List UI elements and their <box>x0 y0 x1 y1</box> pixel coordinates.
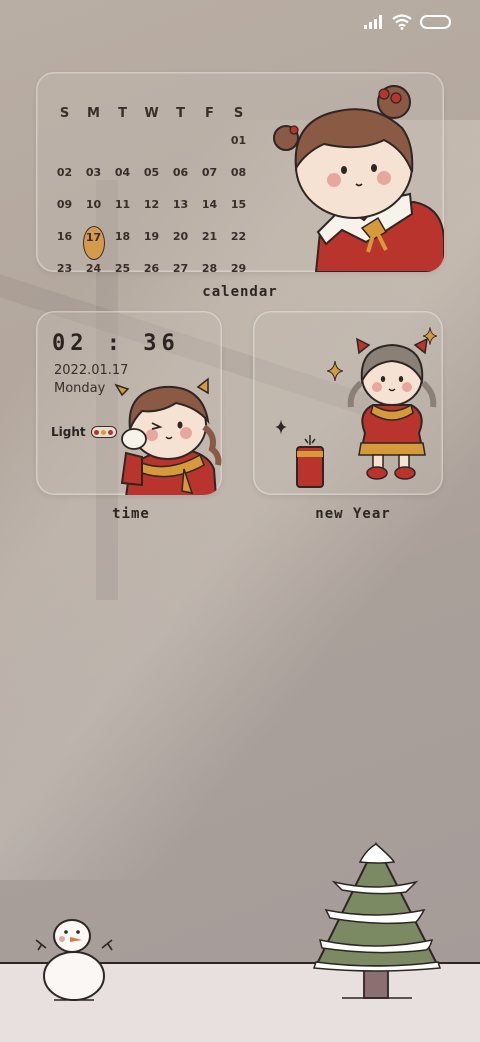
clock-time: 02 : 36 <box>52 331 180 356</box>
calendar-day[interactable]: 08 <box>224 162 253 194</box>
sparkle-icon <box>327 361 343 381</box>
calendar-week-row: 09 10 11 12 13 14 15 <box>50 194 246 226</box>
calendar-day[interactable]: 06 <box>166 162 195 194</box>
calendar-days: 01 02 03 04 05 06 07 08 09 10 11 12 13 14 15 16 17 18 19 20… <box>50 130 246 272</box>
weekday-text: Monday <box>54 381 106 396</box>
calendar-day[interactable]: 05 <box>137 162 166 194</box>
today-highlight: 17 <box>82 226 105 260</box>
calendar-day[interactable]: 02 <box>50 162 79 194</box>
time-label: time <box>112 506 150 522</box>
calendar-day[interactable]: 19 <box>137 226 166 258</box>
calendar-day[interactable]: 03 <box>79 162 108 194</box>
calendar-day[interactable]: 22 <box>224 226 253 258</box>
new-year-widget[interactable] <box>253 311 443 495</box>
calendar-day[interactable]: 13 <box>166 194 195 226</box>
calendar-day[interactable]: 09 <box>50 194 79 226</box>
firecracker-icon <box>296 435 324 488</box>
calendar-day[interactable]: 10 <box>79 194 108 226</box>
calendar-empty-cell <box>166 130 195 162</box>
wifi-icon <box>392 14 412 30</box>
weekday-label: M <box>87 106 100 121</box>
calendar-day[interactable]: 20 <box>166 226 195 258</box>
calendar-day-today[interactable]: 17 <box>79 226 108 260</box>
weekday-label: T <box>118 106 127 121</box>
calendar-empty-cell <box>108 130 137 162</box>
light-label: Light <box>51 425 86 439</box>
weekday-header: SMTWTFS <box>50 106 246 128</box>
calendar-day[interactable]: 14 <box>195 194 224 226</box>
girl-with-buns-illustration <box>273 85 444 272</box>
time-widget[interactable]: 02 : 36 2022.01.17 Monday Light <box>36 311 222 495</box>
calendar-day[interactable]: 18 <box>108 226 137 258</box>
sparkle-icon <box>275 419 287 435</box>
girl-waving-illustration <box>114 377 222 495</box>
weekday-label: W <box>144 106 159 121</box>
calendar-week-row: 01 <box>50 130 246 162</box>
calendar-day[interactable]: 07 <box>195 162 224 194</box>
weekday-label: F <box>205 106 214 121</box>
new-year-label: new Year <box>315 506 391 522</box>
battery-icon <box>420 15 451 29</box>
calendar-day[interactable]: 23 <box>50 258 79 272</box>
calendar-day[interactable]: 11 <box>108 194 137 226</box>
calendar-day[interactable]: 25 <box>108 258 137 272</box>
calendar-day[interactable]: 29 <box>224 258 253 272</box>
calendar-day[interactable]: 24 <box>79 258 108 272</box>
calendar-empty-cell <box>195 130 224 162</box>
weekday-label: S <box>233 106 244 121</box>
calendar-empty-cell <box>79 130 108 162</box>
calendar-day[interactable]: 26 <box>137 258 166 272</box>
calendar-day[interactable]: 16 <box>50 226 79 258</box>
calendar-day[interactable]: 15 <box>224 194 253 226</box>
signal-icon <box>364 15 382 29</box>
girl-with-pigtails-illustration <box>347 337 437 480</box>
calendar-empty-cell <box>137 130 166 162</box>
snowman-illustration <box>35 919 113 1001</box>
calendar-week-row: 16 17 18 19 20 21 22 <box>50 226 246 260</box>
calendar-week-row: 23 24 25 26 27 28 29 <box>50 258 246 272</box>
light-indicator: Light <box>51 425 117 439</box>
calendar-day[interactable]: 27 <box>166 258 195 272</box>
calendar-empty-cell <box>50 130 79 162</box>
calendar-week-row: 02 03 04 05 06 07 08 <box>50 162 246 194</box>
calendar-day[interactable]: 21 <box>195 226 224 258</box>
status-bar <box>364 14 452 30</box>
weekday-label: T <box>176 106 185 121</box>
calendar-day[interactable]: 12 <box>137 194 166 226</box>
calendar-grid: S M T W T F S 01 02 03 04 05 06 07 08 09 10 11 12 13 14 15 16… <box>50 106 246 272</box>
christmas-tree-illustration <box>312 841 442 999</box>
calendar-label: calendar <box>202 284 278 300</box>
calendar-day[interactable]: 01 <box>224 130 253 162</box>
calendar-day[interactable]: 04 <box>108 162 137 194</box>
calendar-widget[interactable]: SMTWTFS 01 02 03 04 05 06 07 08 09 10 11 12 13 14 15 16… <box>36 72 444 272</box>
calendar-day[interactable]: 28 <box>195 258 224 272</box>
weekday-label: S <box>59 106 70 121</box>
